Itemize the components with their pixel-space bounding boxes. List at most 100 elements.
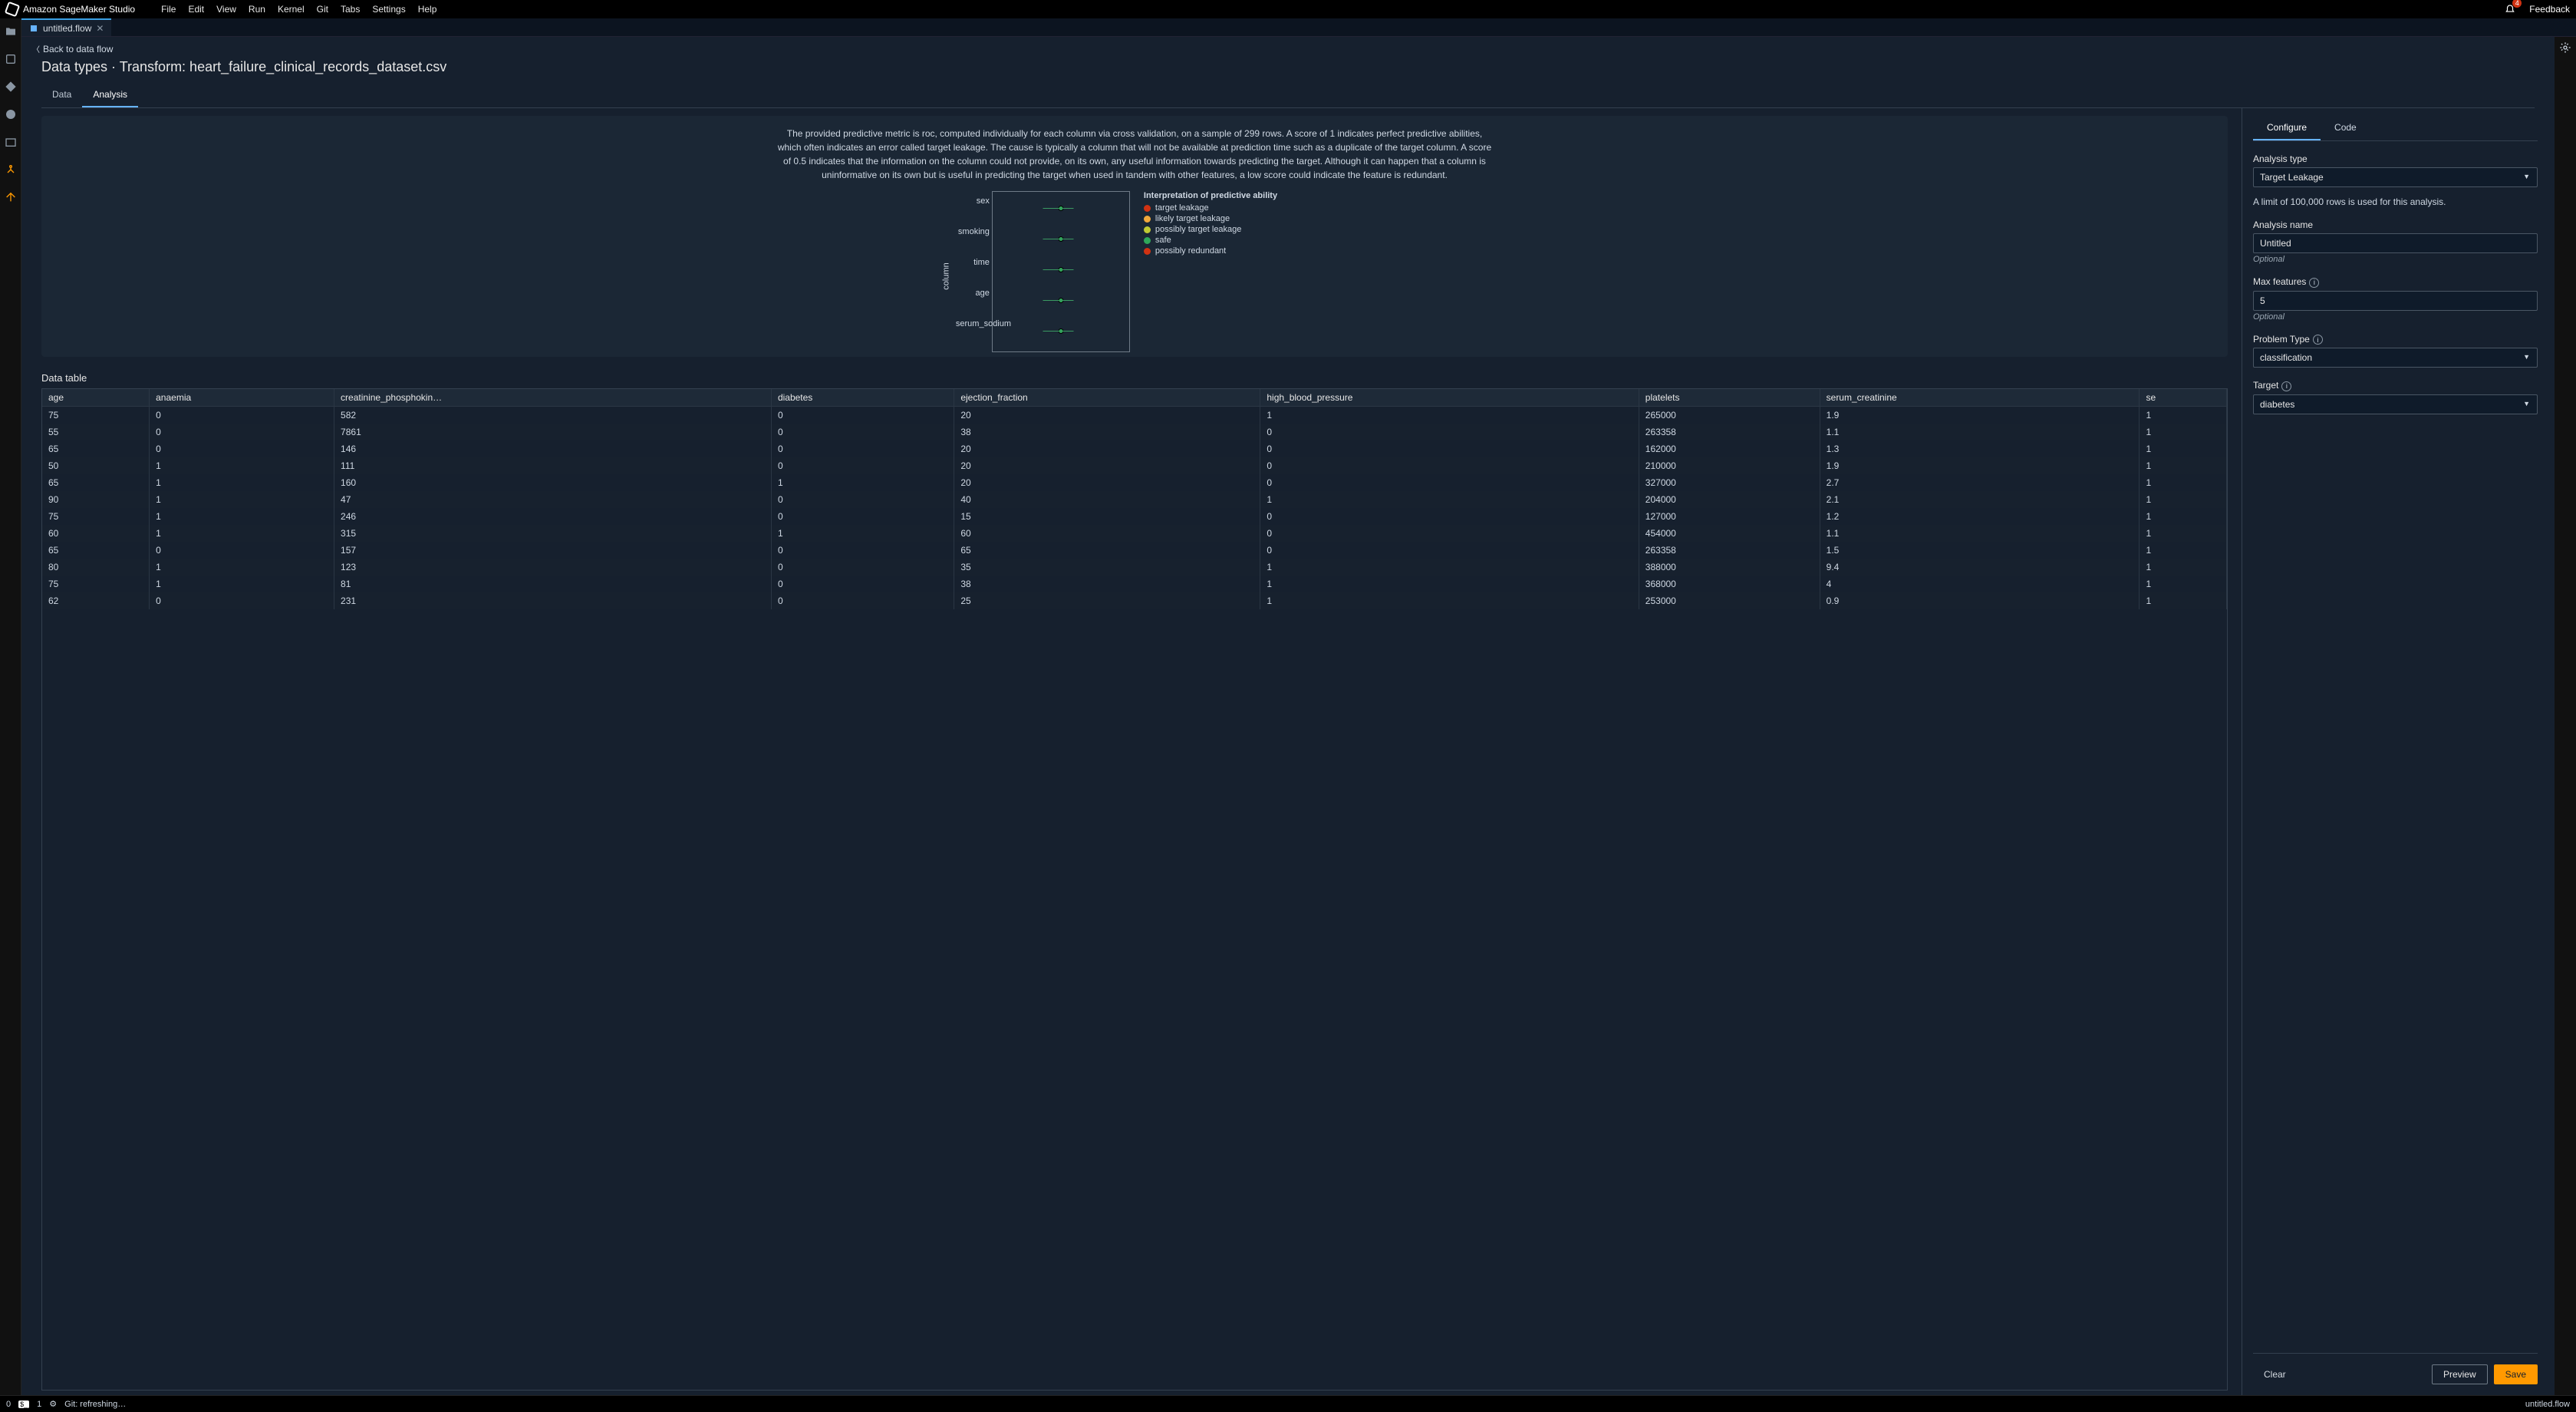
max-features-input[interactable] [2253, 291, 2538, 311]
data-table-scroll[interactable]: ageanaemiacreatinine_phosphokin…diabetes… [41, 388, 2228, 1391]
column-header[interactable]: creatinine_phosphokin… [334, 389, 772, 407]
menu-edit[interactable]: Edit [182, 4, 210, 15]
tab-code[interactable]: Code [2321, 116, 2370, 140]
terminal-icon[interactable]: $_ [18, 1400, 29, 1408]
table-cell: 1.9 [1820, 407, 2140, 424]
file-tab[interactable]: untitled.flow ✕ [21, 18, 111, 36]
table-cell: 80 [42, 559, 150, 576]
table-cell: 1 [2140, 440, 2227, 457]
palette-icon[interactable] [4, 107, 18, 121]
menu-tabs[interactable]: Tabs [334, 4, 366, 15]
tab-analysis[interactable]: Analysis [82, 84, 138, 107]
table-row[interactable]: 9014704012040002.11 [42, 491, 2227, 508]
table-row[interactable]: 60131516004540001.11 [42, 525, 2227, 542]
feedback-link[interactable]: Feedback [2529, 4, 2570, 15]
chevron-left-icon: 〈 [32, 43, 40, 54]
table-cell: 1 [1260, 407, 1639, 424]
table-row[interactable]: 75058202012650001.91 [42, 407, 2227, 424]
table-cell: 1 [2140, 474, 2227, 491]
table-cell: 111 [334, 457, 772, 474]
running-icon[interactable] [4, 52, 18, 66]
table-cell: 40 [954, 491, 1260, 508]
close-icon[interactable]: ✕ [96, 23, 104, 34]
table-cell: 75 [42, 508, 150, 525]
tabs-icon[interactable] [4, 135, 18, 149]
back-link[interactable]: 〈 Back to data flow [28, 37, 2548, 56]
aws-logo-icon [5, 2, 21, 18]
problem-type-select[interactable]: classification [2253, 348, 2538, 368]
table-cell: 1 [1260, 576, 1639, 592]
menu-git[interactable]: Git [311, 4, 334, 15]
column-header[interactable]: ejection_fraction [954, 389, 1260, 407]
info-icon[interactable]: i [2281, 381, 2291, 391]
menu-settings[interactable]: Settings [366, 4, 411, 15]
table-cell: 0 [150, 440, 334, 457]
table-cell: 1 [1260, 559, 1639, 576]
table-row[interactable]: 75181038136800041 [42, 576, 2227, 592]
table-cell: 25 [954, 592, 1260, 609]
table-cell: 263358 [1639, 424, 1820, 440]
table-cell: 1 [150, 559, 334, 576]
table-cell: 1.9 [1820, 457, 2140, 474]
status-count-0: 0 [6, 1400, 11, 1409]
git-icon[interactable] [4, 80, 18, 94]
table-cell: 0 [1260, 508, 1639, 525]
column-header[interactable]: anaemia [150, 389, 334, 407]
column-header[interactable]: high_blood_pressure [1260, 389, 1639, 407]
status-gear-icon[interactable]: ⚙ [49, 1399, 57, 1409]
table-cell: 0 [771, 424, 954, 440]
share-icon[interactable] [4, 190, 18, 204]
table-cell: 388000 [1639, 559, 1820, 576]
target-select[interactable]: diabetes [2253, 394, 2538, 414]
analysis-box: The provided predictive metric is roc, c… [41, 116, 2228, 357]
menu-run[interactable]: Run [242, 4, 272, 15]
table-row[interactable]: 50111102002100001.91 [42, 457, 2227, 474]
table-cell: 0 [150, 592, 334, 609]
analysis-name-label: Analysis name [2253, 219, 2538, 230]
table-cell: 2.7 [1820, 474, 2140, 491]
table-row[interactable]: 80112303513880009.41 [42, 559, 2227, 576]
table-row[interactable]: 65116012003270002.71 [42, 474, 2227, 491]
tab-data[interactable]: Data [41, 84, 82, 107]
menu-view[interactable]: View [210, 4, 242, 15]
table-row[interactable]: 65015706502633581.51 [42, 542, 2227, 559]
table-cell: 38 [954, 576, 1260, 592]
table-cell: 65 [42, 474, 150, 491]
table-cell: 47 [334, 491, 772, 508]
table-cell: 0 [1260, 474, 1639, 491]
column-header[interactable]: diabetes [771, 389, 954, 407]
info-icon[interactable]: i [2309, 278, 2319, 288]
analysis-type-select[interactable]: Target Leakage [2253, 167, 2538, 187]
column-header[interactable]: se [2140, 389, 2227, 407]
analysis-name-input[interactable] [2253, 233, 2538, 253]
table-row[interactable]: 62023102512530000.91 [42, 592, 2227, 609]
gear-icon[interactable] [2559, 41, 2571, 56]
table-cell: 1.1 [1820, 525, 2140, 542]
menu-help[interactable]: Help [412, 4, 443, 15]
chart-point [1058, 236, 1063, 242]
notification-bell-icon[interactable]: 4 [2505, 3, 2515, 16]
table-row[interactable]: 65014602001620001.31 [42, 440, 2227, 457]
notification-count: 4 [2512, 0, 2522, 8]
preview-button[interactable]: Preview [2432, 1364, 2488, 1384]
menu-file[interactable]: File [155, 4, 182, 15]
column-header[interactable]: age [42, 389, 150, 407]
save-button[interactable]: Save [2494, 1364, 2538, 1384]
table-cell: 0 [771, 457, 954, 474]
legend-item: possibly target leakage [1144, 225, 1277, 234]
table-cell: 1.2 [1820, 508, 2140, 525]
wrangler-icon[interactable] [4, 163, 18, 176]
table-cell: 0.9 [1820, 592, 2140, 609]
table-cell: 0 [1260, 525, 1639, 542]
column-header[interactable]: platelets [1639, 389, 1820, 407]
column-header[interactable]: serum_creatinine [1820, 389, 2140, 407]
menu-kernel[interactable]: Kernel [272, 4, 311, 15]
table-cell: 1 [2140, 424, 2227, 440]
info-icon[interactable]: i [2313, 335, 2323, 345]
table-cell: 157 [334, 542, 772, 559]
table-row[interactable]: 75124601501270001.21 [42, 508, 2227, 525]
folder-icon[interactable] [4, 25, 18, 38]
table-row[interactable]: 550786103802633581.11 [42, 424, 2227, 440]
clear-button[interactable]: Clear [2253, 1365, 2297, 1384]
tab-configure[interactable]: Configure [2253, 116, 2321, 140]
